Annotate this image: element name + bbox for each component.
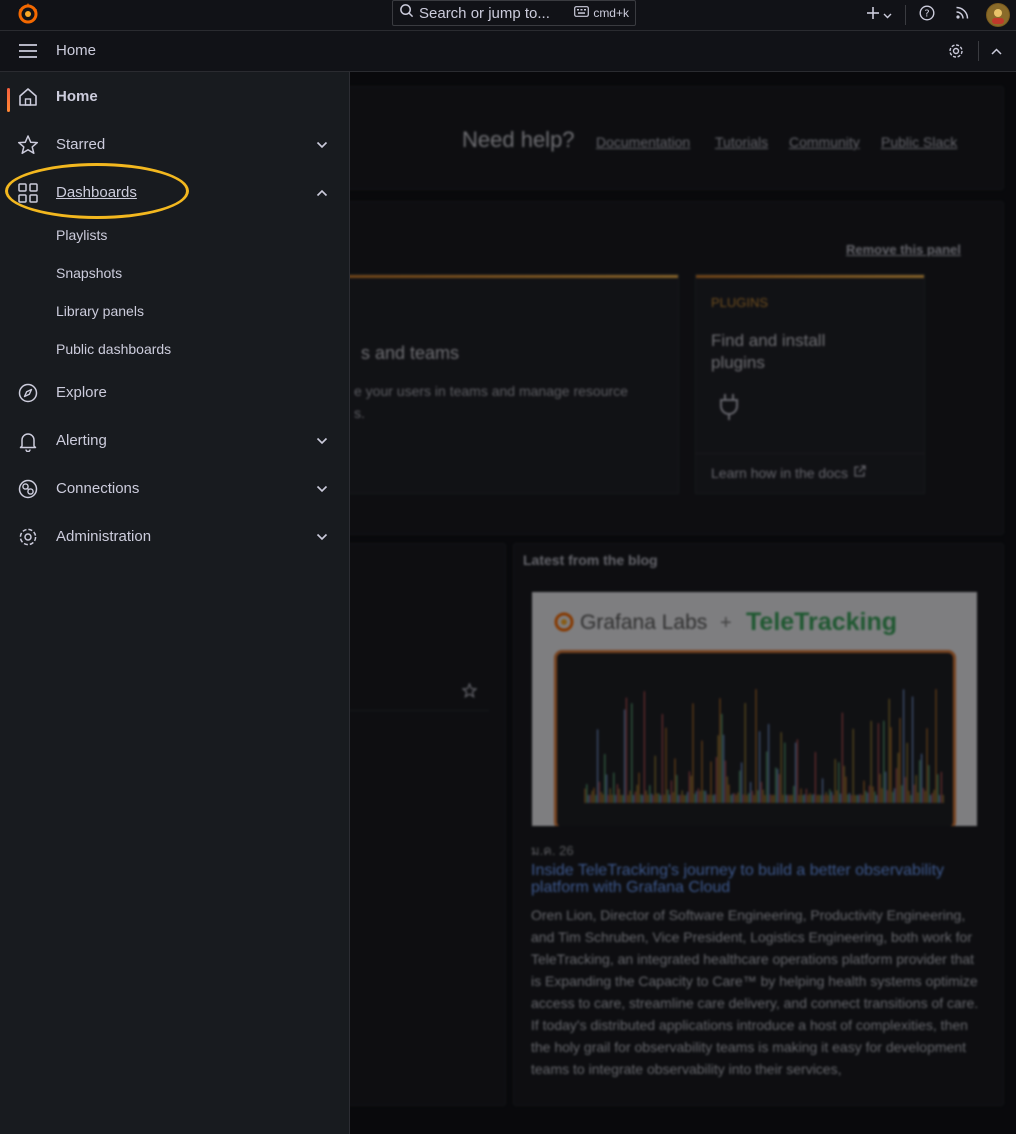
gear-icon[interactable]	[940, 43, 972, 59]
sidebar-item-label: Connections	[56, 479, 140, 497]
top-bar-actions: ?	[859, 0, 1016, 30]
star-icon	[17, 134, 39, 156]
chevron-up-icon[interactable]	[985, 47, 1008, 55]
compass-icon	[17, 382, 39, 404]
sidebar-item-label: Dashboards	[56, 183, 137, 201]
sidebar-item-alerting[interactable]: Alerting	[0, 420, 350, 460]
sidebar-item-home[interactable]: Home	[0, 76, 350, 116]
news-button[interactable]	[942, 0, 982, 30]
sidebar-item-label: Home	[56, 87, 98, 105]
divider	[905, 5, 906, 25]
rss-icon	[955, 5, 970, 25]
shortcut-label: cmd+k	[593, 6, 629, 20]
top-bar: Search or jump to... cmd+k ?	[0, 0, 1016, 31]
user-avatar[interactable]	[986, 3, 1010, 27]
plus-icon	[866, 6, 880, 25]
chevron-down-icon[interactable]	[316, 480, 328, 498]
active-indicator	[7, 88, 10, 112]
new-menu-button[interactable]	[859, 0, 899, 30]
sidebar-subitem-public-dashboards[interactable]: Public dashboards	[56, 341, 171, 357]
keyboard-shortcut: cmd+k	[574, 6, 629, 20]
bell-icon	[17, 430, 39, 453]
sidebar-item-label: Administration	[56, 527, 152, 545]
home-icon	[17, 86, 39, 108]
svg-text:?: ?	[924, 8, 929, 19]
cog-icon	[17, 526, 39, 548]
sidebar-item-label: Alerting	[56, 431, 107, 449]
sidebar-item-label: Starred	[56, 135, 106, 153]
sidebar-item-starred[interactable]: Starred	[0, 124, 350, 164]
search-bar[interactable]: Search or jump to... cmd+k	[392, 0, 636, 26]
sidebar-item-connections[interactable]: Connections	[0, 468, 350, 508]
page-actions	[940, 31, 1008, 71]
sidebar-menu: Home Starred Dashboards Playlists Snapsh…	[0, 72, 350, 1134]
apps-icon	[17, 182, 39, 204]
chevron-down-icon[interactable]	[316, 136, 328, 154]
chevron-up-icon[interactable]	[316, 184, 328, 202]
chevron-down-icon[interactable]	[316, 432, 328, 450]
sidebar-item-dashboards[interactable]: Dashboards	[0, 172, 350, 212]
breadcrumb[interactable]: Home	[56, 42, 96, 59]
help-icon: ?	[919, 4, 935, 26]
chevron-down-icon[interactable]	[316, 528, 328, 546]
connections-icon	[17, 478, 39, 500]
breadcrumb-bar: Home	[0, 31, 1016, 72]
sidebar-subitem-library-panels[interactable]: Library panels	[56, 303, 144, 319]
chevron-down-icon	[883, 6, 892, 24]
sidebar-subitem-playlists[interactable]: Playlists	[56, 227, 107, 243]
search-placeholder: Search or jump to...	[419, 4, 550, 22]
sidebar-item-label: Explore	[56, 383, 107, 401]
menu-toggle-icon[interactable]	[18, 43, 38, 64]
sidebar-item-administration[interactable]: Administration	[0, 516, 350, 556]
divider	[978, 41, 979, 61]
sidebar-subitem-snapshots[interactable]: Snapshots	[56, 265, 122, 281]
search-icon	[399, 3, 414, 23]
keyboard-icon	[574, 6, 590, 20]
grafana-logo-icon[interactable]	[16, 1, 40, 25]
sidebar-item-explore[interactable]: Explore	[0, 372, 350, 412]
help-button[interactable]: ?	[912, 0, 942, 30]
